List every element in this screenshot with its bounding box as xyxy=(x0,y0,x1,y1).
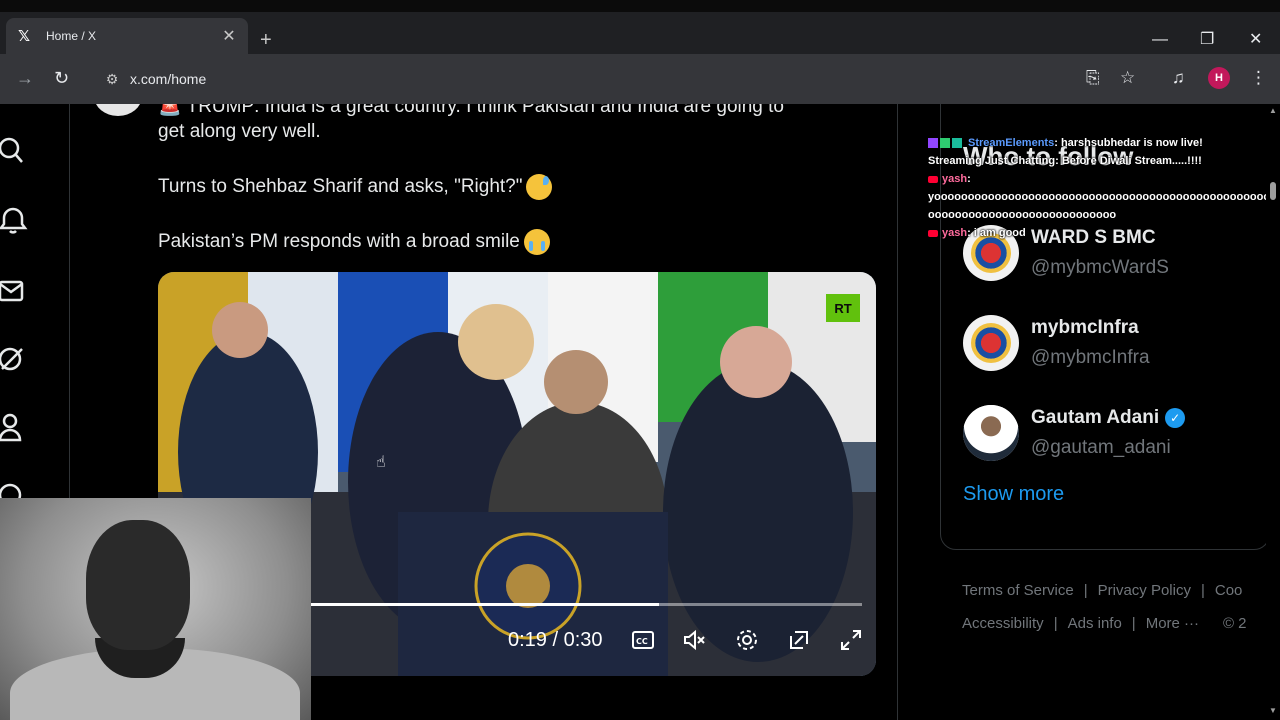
grinning-sweat-emoji-icon xyxy=(526,174,553,200)
picture-in-picture-icon[interactable] xyxy=(787,628,811,652)
video-controls: 0:19 / 0:30 CC xyxy=(508,628,863,652)
video-progress-bar[interactable] xyxy=(308,603,862,606)
bmc-seal-avatar xyxy=(963,315,1019,371)
mouse-cursor-icon: ☝ xyxy=(376,454,386,471)
tab-close-icon[interactable]: ✕ xyxy=(220,26,238,46)
stream-chat-overlay: StreamElements: harshsubhedar is now liv… xyxy=(928,134,1280,242)
chat-message: Streaming Just Chatting: Before Diwali S… xyxy=(928,155,1202,167)
scroll-up-arrow-icon[interactable]: ▲ xyxy=(1269,106,1277,115)
profile-photo-avatar xyxy=(963,405,1019,461)
chat-badges-icon xyxy=(928,134,964,152)
post-text-line: Turns to Shehbaz Sharif and asks, "Right… xyxy=(158,174,878,200)
close-window-icon[interactable]: ✕ xyxy=(1249,32,1262,48)
messages-envelope-icon[interactable] xyxy=(0,276,28,306)
url-text: x.com/home xyxy=(130,71,207,87)
rt-watermark: RT xyxy=(826,294,860,322)
chat-message: yooooooooooooooooooooooooooooooooooooooo… xyxy=(928,191,1271,203)
mute-icon[interactable] xyxy=(683,628,707,652)
account-handle: @mybmcWardS xyxy=(1031,257,1169,278)
tab-title: Home / X xyxy=(46,29,97,43)
account-handle: @gautam_adani xyxy=(1031,437,1171,458)
chat-message: yash: xyxy=(928,170,1280,188)
youtube-icon xyxy=(928,175,938,183)
tab-bar: 𝕏 Home / X ✕ + — ❐ ✕ xyxy=(0,12,1280,54)
window-top-strip xyxy=(0,0,1280,12)
account-name: mybmcInfra xyxy=(1031,317,1139,338)
youtube-icon xyxy=(928,229,938,237)
footer-link[interactable]: Privacy Policy xyxy=(1098,582,1191,599)
grok-icon[interactable] xyxy=(0,344,28,374)
account-name: Gautam Adani ✓ xyxy=(1031,407,1186,429)
chat-message: yash: i am good xyxy=(928,224,1280,242)
loudly-crying-emoji-icon xyxy=(523,229,550,255)
webcam-overlay xyxy=(0,498,311,720)
post-text-line: get along very well. xyxy=(158,121,321,142)
post-text-line: 🚨 TRUMP: India is a great country. I thi… xyxy=(158,104,784,117)
account-handle: @mybmcInfra xyxy=(1031,347,1150,368)
chat-message: StreamElements: harshsubhedar is now liv… xyxy=(928,134,1280,152)
post-text-line: Pakistan’s PM responds with a broad smil… xyxy=(158,229,878,255)
video-progress-fill xyxy=(308,603,659,606)
footer-link[interactable]: More ··· xyxy=(1146,615,1199,632)
scrollbar-thumb[interactable] xyxy=(1270,182,1276,200)
footer-link[interactable]: Accessibility xyxy=(962,615,1044,632)
profile-avatar[interactable]: H xyxy=(1208,67,1230,89)
footer-link[interactable]: Terms of Service xyxy=(962,582,1074,599)
video-time: 0:19 / 0:30 xyxy=(508,628,603,651)
follow-suggestion[interactable]: mybmcInfra @mybmcInfra xyxy=(963,315,1263,375)
profile-person-icon[interactable] xyxy=(0,412,28,442)
footer-links-row: Terms of Service | Privacy Policy | Coo xyxy=(962,582,1243,599)
notifications-bell-icon[interactable] xyxy=(0,206,28,236)
reload-icon[interactable]: ↻ xyxy=(54,68,69,88)
scroll-down-arrow-icon[interactable]: ▼ xyxy=(1269,706,1277,715)
bookmark-star-icon[interactable]: ☆ xyxy=(1120,68,1135,88)
install-app-icon[interactable]: ⎘ xyxy=(1086,68,1100,88)
browser-toolbar: → ↻ ⚙ x.com/home ⎘ ☆ ♫ ⋮ xyxy=(0,54,1280,104)
follow-suggestion[interactable]: Gautam Adani ✓ @gautam_adani xyxy=(963,405,1263,465)
minimize-icon[interactable]: — xyxy=(1152,32,1168,48)
site-info-icon[interactable]: ⚙ xyxy=(98,71,126,88)
x-logo-icon: 𝕏 xyxy=(17,28,31,45)
footer-link[interactable]: Ads info xyxy=(1068,615,1122,632)
footer-link[interactable]: Coo xyxy=(1215,582,1243,599)
settings-gear-icon[interactable] xyxy=(735,628,759,652)
new-tab-icon[interactable]: + xyxy=(260,30,272,50)
address-bar[interactable]: ⚙ x.com/home xyxy=(92,63,1152,95)
explore-search-icon[interactable] xyxy=(0,136,28,166)
show-more-link[interactable]: Show more xyxy=(963,483,1064,506)
footer-copyright: © 2 xyxy=(1222,615,1247,632)
tab-home-x[interactable]: 𝕏 Home / X ✕ xyxy=(6,18,248,54)
page-scrollbar[interactable]: ▲ ▼ xyxy=(1266,104,1280,720)
restore-icon[interactable]: ❐ xyxy=(1200,32,1214,48)
media-controls-icon[interactable]: ♫ xyxy=(1172,68,1185,88)
fullscreen-icon[interactable] xyxy=(839,628,863,652)
chat-message: oooooooooooooooooooooooooooo xyxy=(928,209,1117,221)
svg-text:CC: CC xyxy=(636,637,648,646)
forward-icon[interactable]: → xyxy=(16,68,34,88)
footer-links-row: Accessibility| Ads info| More ···| © 2 xyxy=(962,615,1247,632)
menu-kebab-icon[interactable]: ⋮ xyxy=(1250,68,1267,88)
verified-badge-icon: ✓ xyxy=(1165,408,1186,428)
post-author-avatar[interactable] xyxy=(94,104,142,116)
captions-icon[interactable]: CC xyxy=(631,628,655,652)
